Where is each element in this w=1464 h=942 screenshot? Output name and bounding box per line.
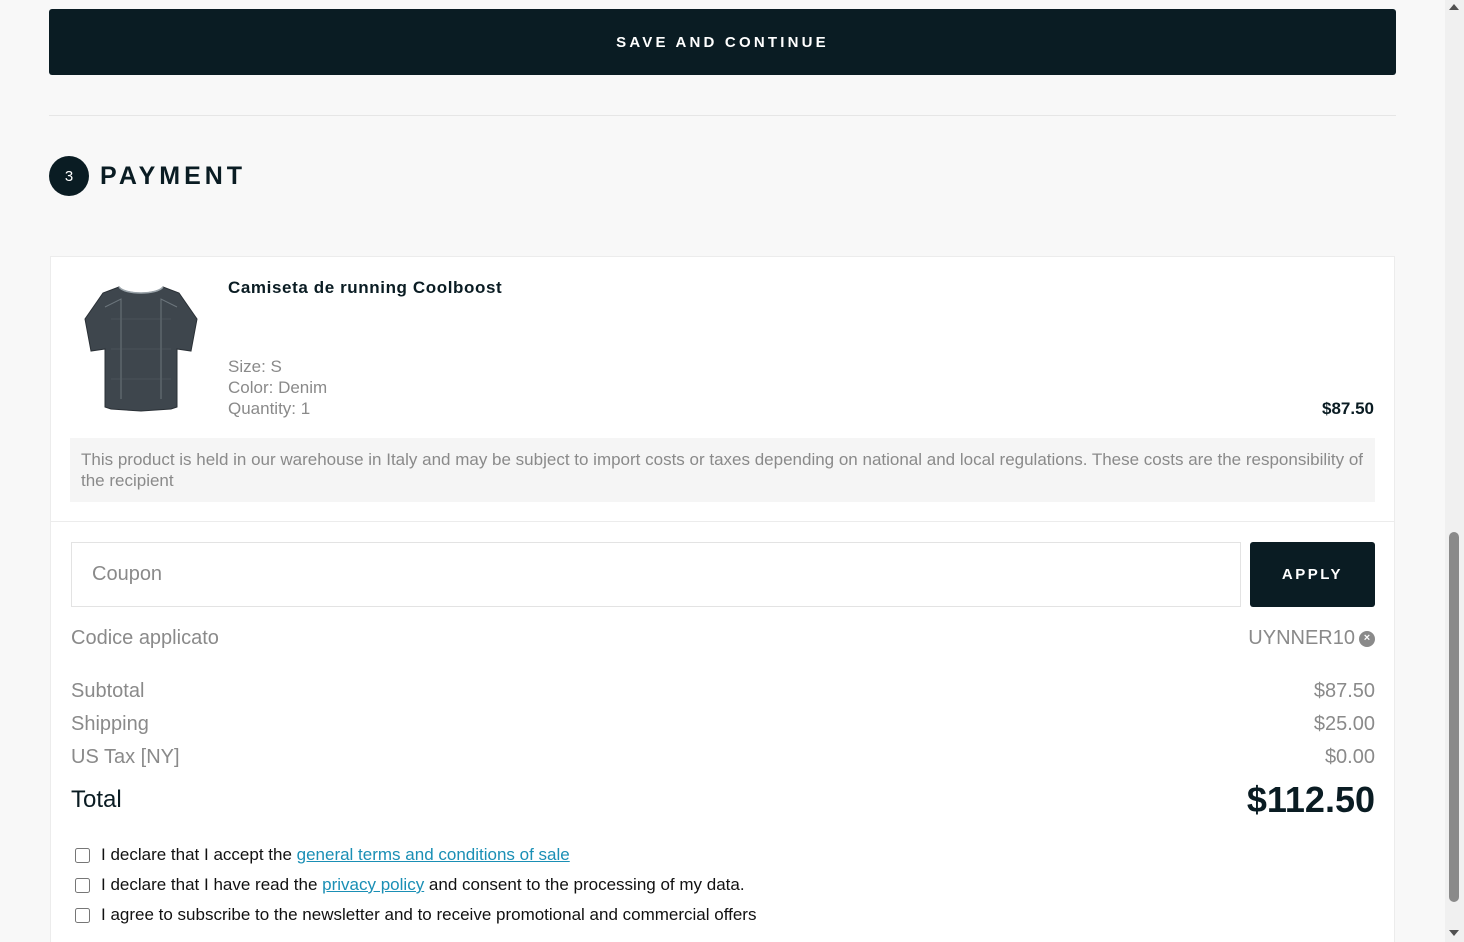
save-and-continue-button[interactable]: SAVE AND CONTINUE (49, 9, 1396, 75)
product-price: $87.50 (1322, 399, 1374, 418)
scroll-down-arrow-icon[interactable] (1449, 930, 1459, 936)
tax-label: US Tax [NY] (71, 746, 180, 768)
privacy-consent[interactable]: I declare that I have read the privacy p… (75, 870, 756, 900)
product-quantity: Quantity: 1 (228, 399, 311, 418)
privacy-suffix: and consent to the processing of my data… (424, 875, 745, 894)
apply-coupon-button[interactable]: APPLY (1250, 542, 1375, 607)
page-scrollbar[interactable] (1445, 0, 1464, 942)
product-color: Color: Denim (228, 378, 328, 397)
import-notice: This product is held in our warehouse in… (70, 438, 1375, 502)
total-label: Total (71, 786, 122, 813)
shipping-label: Shipping (71, 713, 149, 735)
terms-consent[interactable]: I declare that I accept the general term… (75, 840, 756, 870)
card-divider (51, 521, 1394, 522)
newsletter-consent[interactable]: I agree to subscribe to the newsletter a… (75, 900, 756, 930)
newsletter-text: I agree to subscribe to the newsletter a… (101, 905, 757, 924)
tshirt-image (84, 286, 198, 412)
product-name[interactable]: Camiseta de running Coolboost (228, 278, 502, 298)
subtotal-row: Subtotal $87.50 (71, 680, 1375, 703)
section-title: PAYMENT (100, 161, 247, 190)
order-summary-card: Camiseta de running Coolboost Size: S Co… (50, 256, 1395, 942)
applied-code: UYNNER10 × (1248, 627, 1375, 650)
subtotal-value: $87.50 (1313, 680, 1375, 702)
privacy-text: I declare that I have read the (101, 875, 323, 894)
shipping-value: $25.00 (1313, 713, 1375, 735)
step-number-badge: 3 (49, 156, 89, 196)
privacy-checkbox[interactable] (75, 877, 90, 893)
terms-checkbox[interactable] (75, 847, 90, 863)
product-attributes: Size: S Color: Denim Quantity: 1 (228, 356, 327, 419)
section-divider (49, 115, 1396, 116)
privacy-link[interactable]: privacy policy (322, 875, 424, 895)
newsletter-checkbox[interactable] (75, 907, 90, 923)
checkout-page: SAVE AND CONTINUE 3 PAYMENT Camiseta de … (0, 0, 1445, 942)
scrollbar-thumb[interactable] (1449, 532, 1459, 902)
applied-code-value: UYNNER10 (1248, 627, 1355, 649)
terms-text: I declare that I accept the (101, 845, 297, 864)
scroll-up-arrow-icon[interactable] (1449, 4, 1459, 10)
tax-row: US Tax [NY] $0.00 (71, 746, 1375, 769)
close-circle-icon[interactable]: × (1359, 630, 1375, 647)
shipping-row: Shipping $25.00 (71, 713, 1375, 736)
terms-link[interactable]: general terms and conditions of sale (297, 845, 570, 865)
payment-section-header: 3 PAYMENT (49, 156, 246, 196)
consent-checkboxes: I declare that I accept the general term… (75, 840, 756, 930)
coupon-input[interactable] (71, 542, 1241, 607)
product-size: Size: S (228, 357, 282, 376)
applied-code-row: Codice applicato UYNNER10 × (71, 627, 1375, 650)
total-row: Total $112.50 (71, 779, 1375, 821)
applied-code-label: Codice applicato (71, 627, 219, 649)
tax-value: $0.00 (1324, 746, 1375, 768)
total-value: $112.50 (1246, 779, 1375, 820)
subtotal-label: Subtotal (71, 680, 145, 702)
